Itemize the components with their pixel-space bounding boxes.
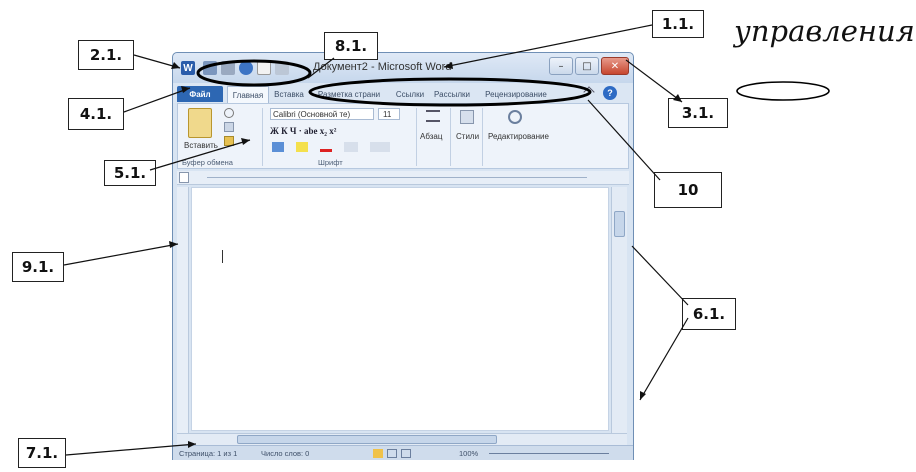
leader-1-1	[443, 24, 653, 68]
arrowhead	[673, 94, 682, 102]
annotation-overlay	[63, 24, 830, 456]
arrowhead	[444, 62, 453, 69]
sample-ellipse	[736, 81, 830, 101]
tabs-highlight-ellipse	[308, 77, 592, 107]
leader-7-1	[65, 443, 197, 456]
arrowhead	[241, 138, 250, 145]
qat-highlight-ellipse	[196, 59, 312, 87]
leader-4-1	[123, 87, 191, 113]
leader-3-1	[625, 59, 683, 103]
leader-6-1b	[639, 317, 689, 401]
leader-6-1a	[631, 245, 689, 306]
leader-10	[587, 99, 661, 181]
leader-9-1	[63, 243, 179, 266]
leader-5-1	[149, 139, 251, 171]
arrowhead	[169, 241, 178, 248]
arrowhead	[181, 86, 190, 93]
arrowhead	[188, 441, 196, 448]
leader-8-1	[307, 57, 335, 79]
